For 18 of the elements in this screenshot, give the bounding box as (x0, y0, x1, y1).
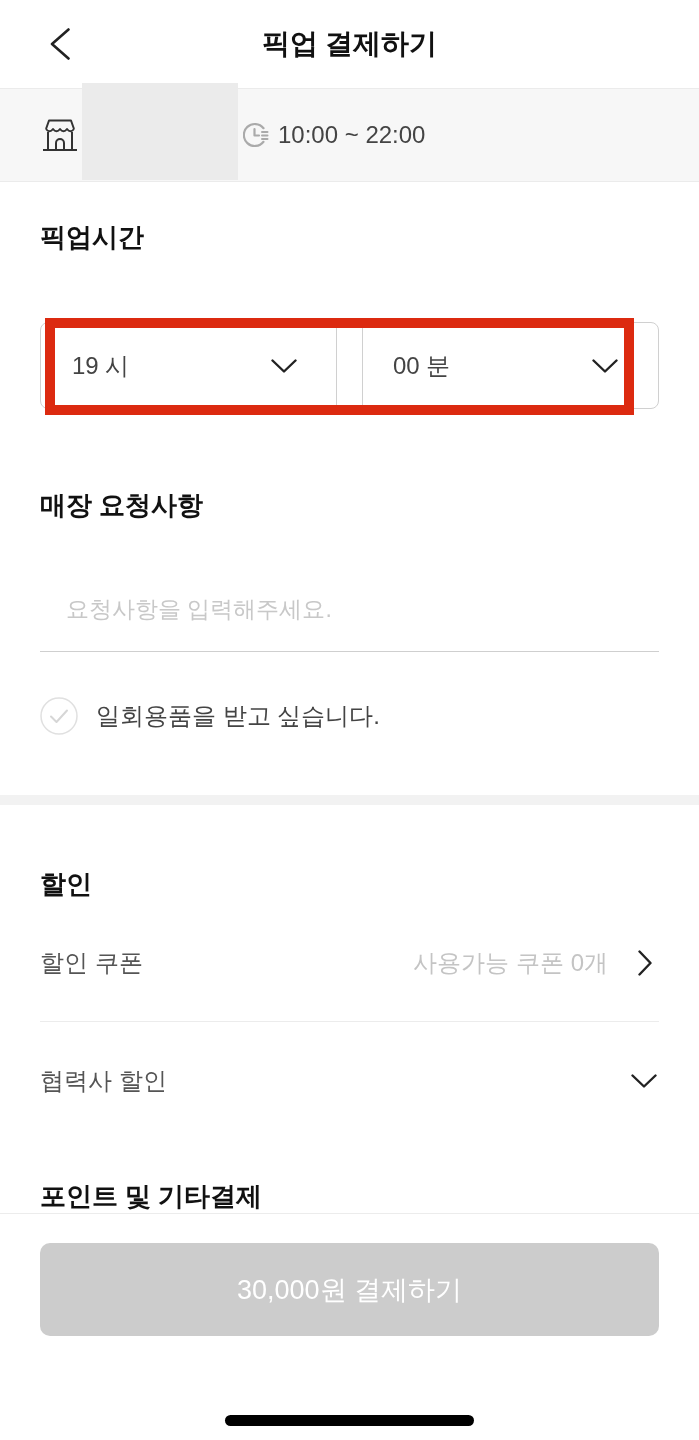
chevron-down-icon (271, 358, 297, 373)
section-title: 매장 요청사항 (40, 489, 205, 522)
back-icon (50, 28, 70, 60)
chevron-right-icon (638, 949, 652, 976)
chevron-down-icon (592, 358, 618, 373)
section-title: 픽업시간 (40, 221, 145, 254)
chevron-down-icon (631, 1074, 657, 1088)
store-hours: 10:00 ~ 22:00 (278, 120, 426, 150)
clock-icon (243, 122, 269, 148)
section-title: 할인 (40, 868, 93, 901)
store-icon (42, 119, 78, 151)
page-title: 픽업 결제하기 (261, 27, 438, 61)
row-label: 협력사 할인 (40, 1066, 167, 1096)
row-label: 할인 쿠폰 (40, 947, 143, 978)
section-title: 포인트 및 기타결제 (40, 1180, 264, 1213)
expand-button[interactable] (631, 1074, 659, 1088)
checkbox-icon[interactable] (40, 697, 78, 735)
checkbox-label: 일회용품을 받고 싶습니다. (96, 701, 380, 731)
